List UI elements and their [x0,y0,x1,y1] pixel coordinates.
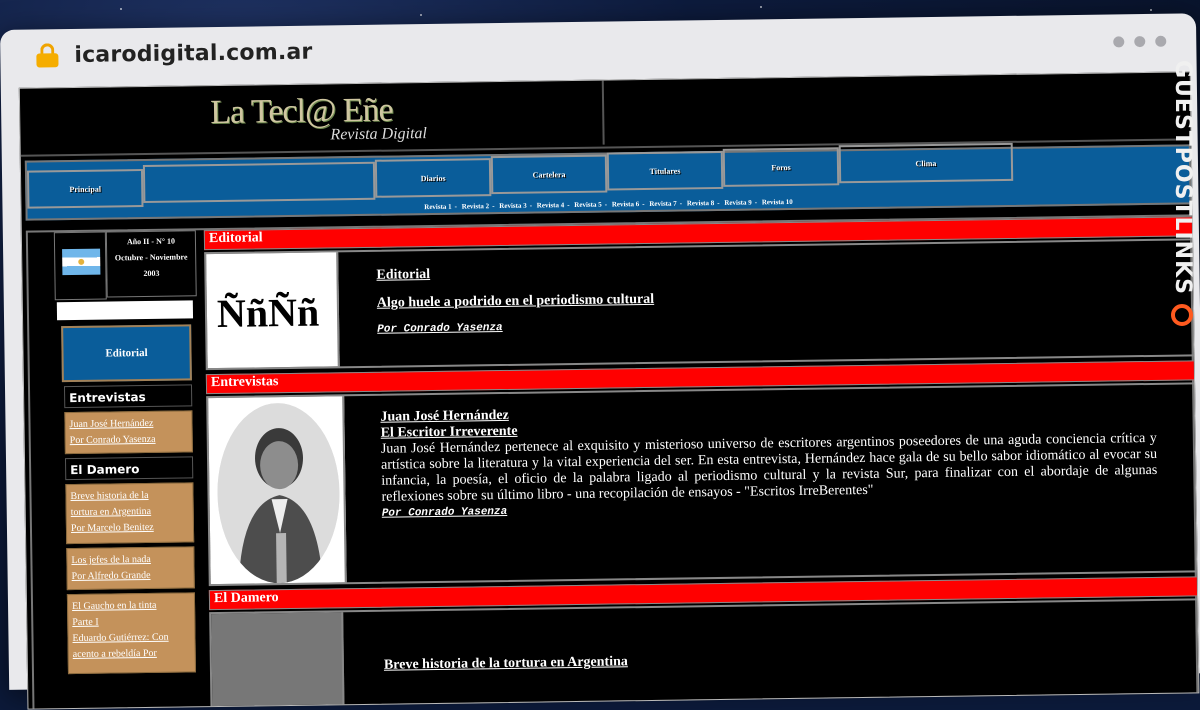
editorial-title-link[interactable]: Editorial [376,257,1172,284]
browser-window: icarodigital.com.ar La Tecl@ Eñe Revista… [0,13,1200,710]
window-menu-dots[interactable] [1103,34,1167,53]
nav-titulares[interactable]: Titulares [606,150,724,191]
revista-link[interactable]: Revista 10 [762,198,793,206]
revista-link[interactable]: Revista 3 [499,202,527,210]
nav-foros[interactable]: Foros [722,147,840,187]
logo-cell: La Tecl@ Eñe Revista Digital [19,80,605,153]
argentina-flag-icon [62,248,101,276]
damero-photo[interactable] [211,612,345,710]
star [420,14,422,16]
revista-link[interactable]: Revista 2 [462,202,490,210]
damero-box: Breve historia de la tortura en Argentin… [209,598,1200,710]
sidebar-link[interactable]: acento a rebeldía Por [73,645,191,663]
nav-principal[interactable]: Principal [26,169,144,209]
sidebar-link[interactable]: Parte I [72,613,190,631]
interview-summary: Juan José Hernández pertenece al exquisi… [380,430,1158,505]
flag-box [53,231,107,301]
issue-year: 2003 [143,268,160,279]
content-column: Editorial ÑñÑñ Editorial Algo huele a po… [203,216,1200,710]
sidebar: Año II - N° 10 Octubre - Noviembre 2003 … [53,230,203,709]
sidebar-link[interactable]: Por Conrado Yasenza [70,431,188,449]
issue-months: Octubre - Noviembre [114,252,188,263]
sidebar-entrevistas-heading: Entrevistas [63,384,193,409]
sidebar-link[interactable]: tortura en Argentina [71,503,189,521]
portrait-photo-graphic [216,402,341,584]
revista-link[interactable]: Revista 8 [687,199,715,207]
editorial-image: ÑñÑñ [206,252,340,369]
site-header: La Tecl@ Eñe Revista Digital [19,72,1191,157]
sidebar-entrevistas-links: Juan José Hernández Por Conrado Yasenza [64,410,193,455]
enye-graphic: ÑñÑñ [216,289,320,336]
nav-cartelera[interactable]: Cartelera [490,154,608,195]
sidebar-damero-item: El Gaucho en la tinta Parte I Eduardo Gu… [66,592,196,675]
star [120,8,122,10]
sidebar-link[interactable]: Por Alfredo Grande [72,567,190,585]
sidebar-link[interactable]: Por Marcelo Benitez [71,519,189,537]
revista-link[interactable]: Revista 6 [612,200,640,208]
editorial-headline-link[interactable]: Algo huele a podrido en el periodismo cu… [377,285,1173,312]
issue-number: Año II - N° 10 [126,236,176,247]
sidebar-link[interactable]: Los jefes de la nada [71,551,189,569]
sidebar-link[interactable]: Eduardo Gutiérrez: Con [72,629,190,647]
sidebar-white-bar [56,300,194,321]
url-text[interactable]: icarodigital.com.ar [74,40,312,68]
editorial-text: Editorial Algo huele a podrido en el per… [376,257,1173,336]
revista-link[interactable]: Revista 4 [537,201,565,209]
star [1150,9,1152,11]
revista-link[interactable]: Revista 9 [724,199,752,207]
sidebar-link[interactable]: Juan José Hernández [69,415,187,433]
lock-icon [36,43,59,68]
portrait-photo[interactable] [216,402,341,584]
editorial-byline[interactable]: Por Conrado Yasenza [377,313,1173,336]
watermark: GUESTPOSTLINKS [1170,60,1196,360]
entrevistas-text: Juan José Hernández El Escritor Irrevere… [380,399,1157,520]
editorial-box: ÑñÑñ Editorial Algo huele a podrido en e… [204,238,1196,371]
sidebar-link[interactable]: El Gaucho en la tinta [72,597,190,615]
portrait-photo-frame [208,396,347,585]
web-page: La Tecl@ Eñe Revista Digital Principal D… [18,71,1200,710]
at-sign-icon [1171,304,1193,326]
entrevistas-box: Juan José Hernández El Escritor Irrevere… [206,382,1199,587]
address-bar[interactable]: icarodigital.com.ar [6,21,1190,78]
nav-clima[interactable]: Clima [838,142,1014,184]
sidebar-damero-item: Los jefes de la nada Por Alfredo Grande [66,546,195,591]
nav-blank [142,161,376,204]
watermark-text: GUESTPOSTLINKS [1170,60,1195,295]
site-logo-subtitle: Revista Digital [330,125,428,144]
revista-link[interactable]: Revista 5 [574,201,602,209]
sidebar-damero-item: Breve historia de la tortura en Argentin… [65,482,195,545]
sidebar-damero-heading: El Damero [64,456,194,481]
star [760,6,762,8]
main-layout: Año II - N° 10 Octubre - Noviembre 2003 … [25,214,1200,710]
revista-link[interactable]: Revista 1 [424,203,452,211]
editorial-button[interactable]: Editorial [61,324,192,383]
revista-link[interactable]: Revista 7 [649,200,677,208]
main-nav: Principal Diarios Cartelera Titulares Fo… [24,142,1192,221]
issue-info: Año II - N° 10 Octubre - Noviembre 2003 [105,230,197,298]
sidebar-link[interactable]: Breve historia de la [70,487,188,505]
nav-diarios[interactable]: Diarios [374,158,492,198]
